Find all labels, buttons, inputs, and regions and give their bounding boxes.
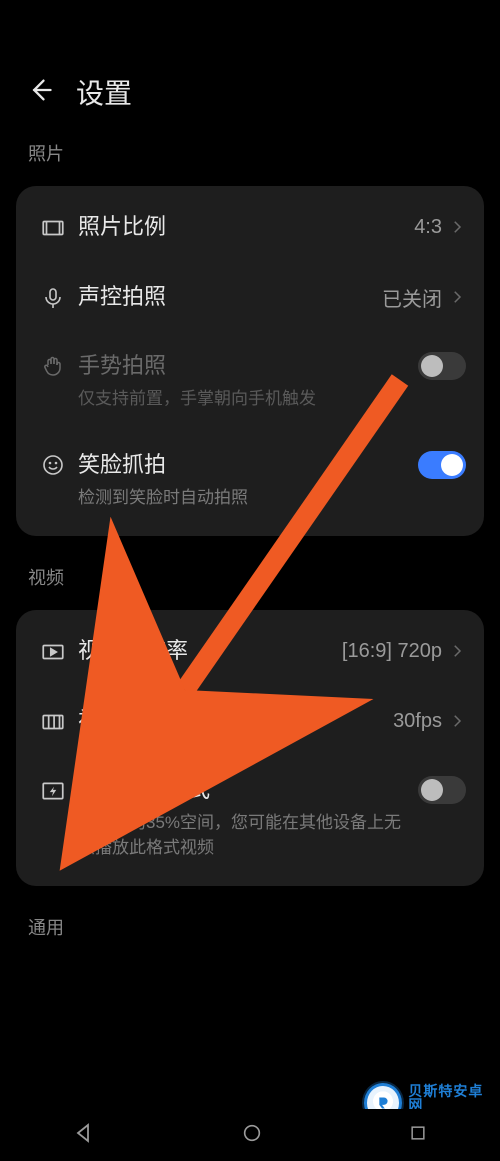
- row-voice-capture[interactable]: 声控拍照 已关闭: [16, 262, 484, 332]
- section-label-general: 通用: [0, 896, 500, 950]
- back-icon[interactable]: [26, 76, 54, 109]
- row-subtitle: 仅支持前置，手掌朝向手机触发: [78, 387, 410, 412]
- chevron-right-icon: [448, 218, 466, 236]
- row-title: 视频分辨率: [78, 637, 334, 666]
- row-video-resolution[interactable]: 视频分辨率 [16:9] 720p: [16, 616, 484, 686]
- section-label-photo: 照片: [0, 122, 500, 176]
- row-smile-capture[interactable]: 笑脸抓拍 检测到笑脸时自动拍照: [16, 431, 484, 530]
- system-navbar: [0, 1109, 500, 1161]
- row-video-fps[interactable]: 视频帧率 30fps: [16, 686, 484, 756]
- row-title: 视频帧率: [78, 707, 385, 736]
- row-subtitle: 检测到笑脸时自动拍照: [78, 486, 410, 511]
- chevron-right-icon: [448, 712, 466, 730]
- row-title: 笑脸抓拍: [78, 451, 410, 480]
- mic-icon: [34, 284, 72, 310]
- row-value: 4:3: [414, 216, 442, 239]
- toggle-gesture: [418, 352, 466, 380]
- row-subtitle: 可节省约35%空间，您可能在其他设备上无法播放此格式视频: [78, 811, 410, 860]
- smile-icon: [34, 451, 72, 477]
- nav-home-icon[interactable]: [241, 1122, 263, 1149]
- nav-back-icon[interactable]: [72, 1121, 96, 1150]
- row-gesture-capture: 手势拍照 仅支持前置，手掌朝向手机触发: [16, 332, 484, 431]
- row-value: 已关闭: [382, 283, 442, 312]
- card-video: 视频分辨率 [16:9] 720p 视频帧率 30fps 高效视频格式 可节省约…: [16, 610, 484, 886]
- chevron-right-icon: [448, 288, 466, 306]
- row-value: 30fps: [393, 710, 442, 733]
- toggle-smile[interactable]: [418, 451, 466, 479]
- row-photo-aspect[interactable]: 照片比例 4:3: [16, 192, 484, 262]
- fps-icon: [34, 707, 72, 735]
- row-title: 高效视频格式: [78, 776, 410, 805]
- hand-icon: [34, 352, 72, 378]
- aspect-icon: [34, 213, 72, 241]
- row-title: 照片比例: [78, 213, 406, 242]
- card-photo: 照片比例 4:3 声控拍照 已关闭 手势拍照 仅支持前置，手掌朝向手机触发 笑脸…: [16, 186, 484, 536]
- row-title: 声控拍照: [78, 283, 374, 312]
- row-efficient-format[interactable]: 高效视频格式 可节省约35%空间，您可能在其他设备上无法播放此格式视频: [16, 756, 484, 880]
- efficient-icon: [34, 776, 72, 804]
- toggle-efficient[interactable]: [418, 776, 466, 804]
- nav-recent-icon[interactable]: [408, 1123, 428, 1148]
- chevron-right-icon: [448, 642, 466, 660]
- header-bar: 设置: [0, 50, 500, 122]
- row-title: 手势拍照: [78, 352, 410, 381]
- section-label-video: 视频: [0, 546, 500, 600]
- resolution-icon: [34, 637, 72, 665]
- row-value: [16:9] 720p: [342, 640, 442, 663]
- page-title: 设置: [76, 72, 132, 112]
